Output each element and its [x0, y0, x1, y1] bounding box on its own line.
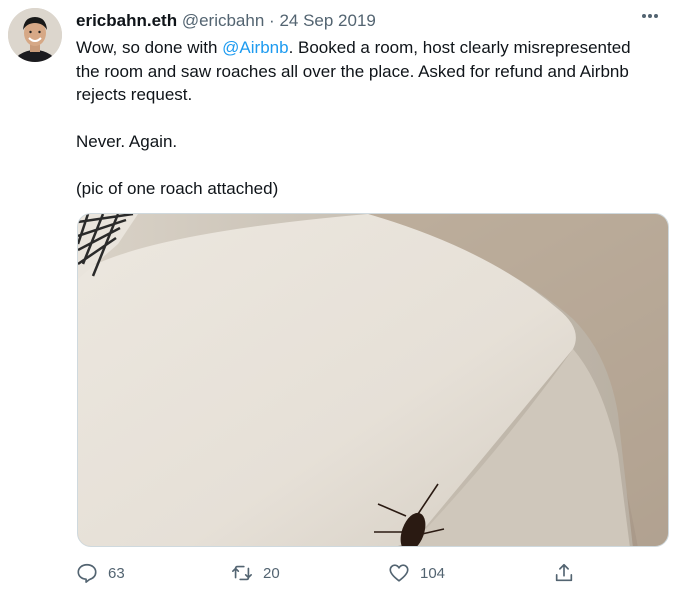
retweet-count: 20	[263, 564, 280, 582]
user-handle[interactable]: @ericbahn	[182, 11, 264, 30]
heart-icon	[389, 564, 409, 582]
tweet-date[interactable]: 24 Sep 2019	[279, 11, 375, 30]
retweet-button[interactable]: 20	[231, 562, 280, 584]
mention-link[interactable]: @Airbnb	[222, 38, 288, 57]
tweet-actions: 63 20 104	[76, 562, 576, 588]
photo-bed-with-roach	[78, 214, 668, 546]
share-button[interactable]	[553, 562, 575, 584]
avatar[interactable]	[8, 8, 62, 62]
tweet-photo[interactable]	[77, 213, 669, 547]
display-name[interactable]: ericbahn.eth	[76, 11, 177, 30]
tweet-paragraph-3: (pic of one roach attached)	[76, 179, 279, 198]
separator: ·	[269, 11, 275, 30]
reply-button[interactable]: 63	[76, 562, 125, 584]
tweet-text: Wow, so done with @Airbnb. Booked a room…	[76, 36, 656, 201]
tweet-paragraph-1: Wow, so done with @Airbnb. Booked a room…	[76, 36, 656, 107]
more-options-button[interactable]	[638, 6, 662, 26]
tweet-header: ericbahn.eth @ericbahn · 24 Sep 2019	[76, 10, 376, 32]
tweet-card: ericbahn.eth @ericbahn · 24 Sep 2019 Wow…	[0, 0, 680, 594]
avatar-photo	[8, 8, 62, 62]
retweet-icon	[232, 565, 252, 581]
share-icon	[555, 563, 573, 582]
like-button[interactable]: 104	[388, 562, 445, 584]
more-horizontal-icon	[642, 14, 658, 18]
like-count: 104	[420, 564, 446, 582]
text-segment: Wow, so done with	[76, 38, 223, 57]
tweet-paragraph-2: Never. Again.	[76, 132, 178, 151]
reply-icon	[77, 563, 97, 583]
reply-count: 63	[108, 564, 125, 582]
